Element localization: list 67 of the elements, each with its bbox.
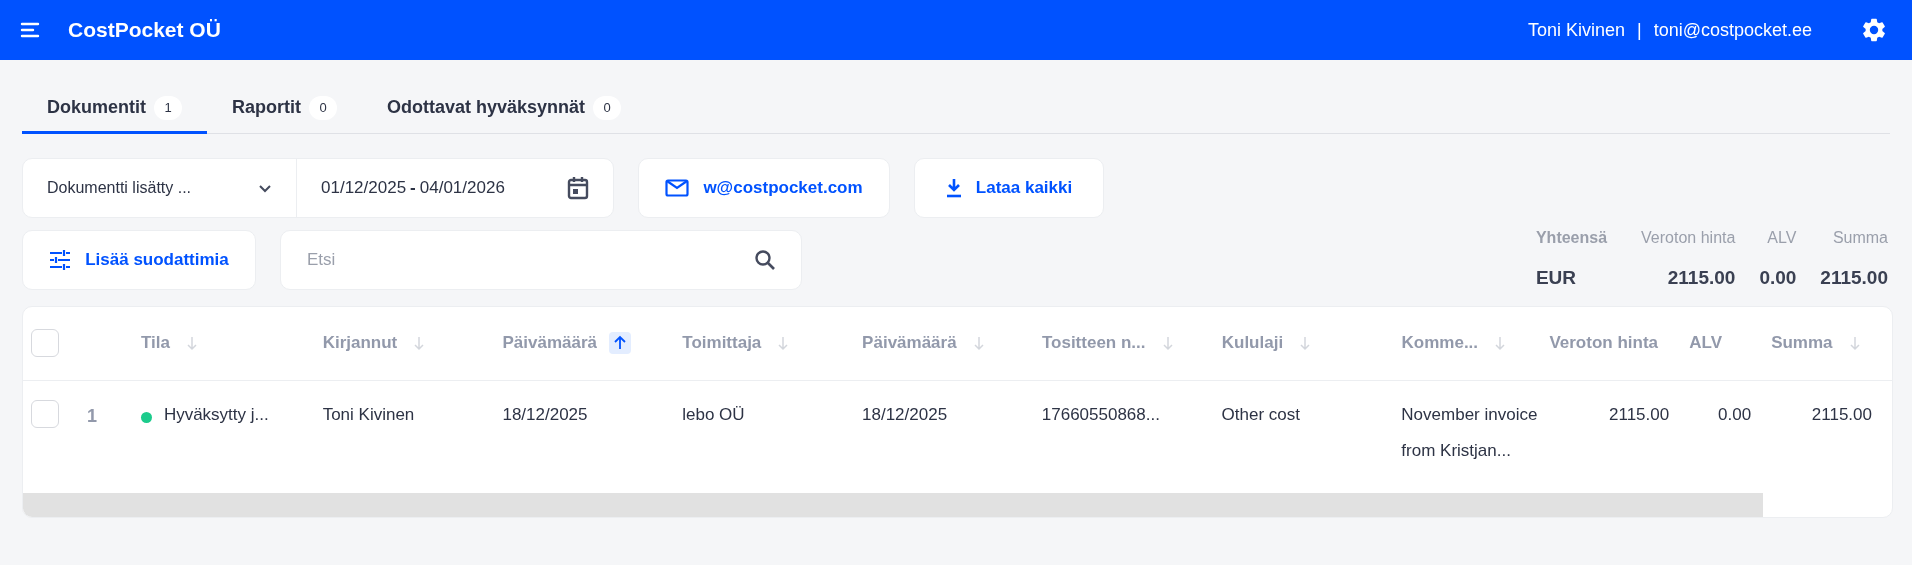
checkbox[interactable] (31, 399, 59, 428)
sort-arrow-icon[interactable] (972, 335, 985, 351)
column-header[interactable]: Päivämäärä (502, 330, 597, 356)
column-header[interactable]: Päivämäärä (862, 330, 957, 356)
row-number: 1 (85, 405, 97, 426)
column-header[interactable]: ALV (1689, 330, 1722, 356)
sort-arrow-icon[interactable] (413, 335, 426, 351)
column-header[interactable]: Kululaji (1221, 330, 1284, 356)
count-badge: 1 (154, 95, 182, 120)
horizontal-scrollbar[interactable] (23, 492, 1763, 517)
tab[interactable]: Odottavat hyväksynnät 0 (362, 84, 647, 134)
sort-arrow-icon[interactable] (1848, 335, 1861, 351)
table-cell-text: 2115.00 (1811, 403, 1872, 426)
sort-arrow-icon[interactable] (1494, 335, 1507, 351)
sort-arrow-icon[interactable] (777, 335, 790, 351)
totals-label: ALV (1767, 228, 1797, 248)
add-filters-button[interactable]: Lisää suodattimia (22, 230, 256, 290)
column-header[interactable]: Summa (1771, 330, 1833, 356)
calendar-icon (567, 176, 589, 200)
tab[interactable]: Dokumentit 1 (22, 84, 207, 134)
totals-value: 0.00 (1759, 266, 1797, 290)
checkbox[interactable] (31, 329, 59, 357)
table-cell-text: Other cost (1221, 403, 1300, 426)
totals-value: 2115.00 (1820, 266, 1888, 290)
separator: | (1636, 18, 1642, 42)
sort-arrow-icon[interactable] (185, 335, 198, 351)
totals-label: Veroton hinta (1641, 228, 1736, 248)
user-name: Toni Kivinen (1527, 18, 1625, 42)
table-cell-text: 18/12/2025 (502, 403, 588, 426)
table-cell-text: 17660550868... (1041, 403, 1160, 426)
column-header[interactable]: Kirjannut (322, 330, 398, 356)
download-icon (945, 178, 962, 198)
user-email: toni@costpocket.ee (1653, 18, 1812, 42)
table-cell-text: November invoice from Kristjan... (1401, 403, 1539, 462)
download-all-button[interactable]: Lataa kaikki (914, 158, 1104, 218)
column-header[interactable]: Tila (140, 330, 170, 356)
totals-value: 2115.00 (1667, 266, 1736, 290)
column-header[interactable]: Veroton hinta (1549, 330, 1658, 356)
count-badge: 0 (309, 95, 337, 120)
table-cell-text: lebo OÜ (682, 403, 745, 426)
table-cell-text: Toni Kivinen (322, 403, 415, 426)
settings-icon[interactable] (1860, 16, 1888, 44)
column-header[interactable]: Tositteen n... (1041, 330, 1146, 356)
search-icon[interactable] (754, 249, 776, 271)
totals-label: Summa (1832, 228, 1888, 248)
table-cell-text: Hyväksytty j... (163, 403, 269, 426)
count-badge: 0 (593, 95, 622, 120)
sort-arrow-icon[interactable] (1161, 335, 1174, 351)
totals-value: EUR (1535, 266, 1577, 290)
menu-icon[interactable] (20, 21, 42, 39)
sliders-icon (49, 250, 72, 270)
chevron-down-icon (258, 183, 272, 193)
table-cell-text: 18/12/2025 (862, 403, 948, 426)
sort-arrow-icon[interactable] (1299, 335, 1312, 351)
table-cell-text: 0.00 (1718, 403, 1752, 426)
table-cell-text: 2115.00 (1609, 403, 1670, 426)
column-header[interactable]: Toimittaja (682, 330, 762, 356)
column-header[interactable]: Komme... (1401, 330, 1479, 356)
date-range-field[interactable]: 01/12/2025 - 04/01/2026 (297, 159, 613, 217)
sort-ascending-icon[interactable] (609, 332, 631, 354)
mail-icon (665, 179, 690, 197)
tab[interactable]: Raportit 0 (207, 84, 362, 134)
totals-label: Yhteensä (1535, 228, 1608, 248)
search-field[interactable]: Etsi (280, 230, 802, 290)
email-button[interactable]: w@costpocket.com (638, 158, 890, 218)
date-filter-dropdown[interactable]: Dokumentti lisätty ... (23, 159, 297, 217)
company-name: CostPocket OÜ (68, 17, 221, 44)
